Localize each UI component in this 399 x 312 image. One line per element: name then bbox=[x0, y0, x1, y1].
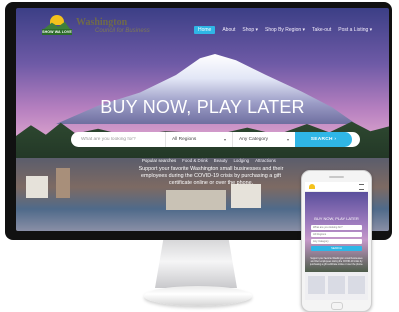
mobile-header bbox=[305, 182, 368, 192]
hamburger-menu-icon[interactable] bbox=[359, 184, 364, 190]
phone-speaker bbox=[329, 176, 344, 178]
popular-searches: Popular searches Food & Drink Beauty Lod… bbox=[142, 158, 276, 163]
mobile-logo[interactable] bbox=[309, 184, 315, 189]
site-header: SHOW WA LOVE Washington Council for Busi… bbox=[16, 8, 389, 35]
popular-searches-label: Popular searches bbox=[142, 158, 177, 163]
logo-tag: SHOW WA LOVE bbox=[42, 29, 72, 35]
mobile-hero-title: BUY NOW, PLAY LATER bbox=[314, 216, 359, 221]
nav-home[interactable]: Home bbox=[194, 26, 216, 34]
popular-link-lodging[interactable]: Lodging bbox=[233, 158, 249, 163]
mobile-phone: BUY NOW, PLAY LATER What are you looking… bbox=[301, 170, 372, 312]
chevron-down-icon: ▾ bbox=[223, 137, 226, 142]
nav-post-listing[interactable]: Post a Listing ▾ bbox=[338, 27, 372, 33]
phone-home-button[interactable] bbox=[331, 302, 343, 310]
hero-description: Support your favorite Washington small b… bbox=[138, 166, 284, 187]
mobile-hero: BUY NOW, PLAY LATER What are you looking… bbox=[305, 192, 368, 272]
nav-take-out[interactable]: Take-out bbox=[312, 27, 331, 33]
building-shape bbox=[26, 176, 48, 198]
nav-about[interactable]: About bbox=[222, 27, 235, 33]
nav-shop-by-region[interactable]: Shop By Region ▾ bbox=[265, 27, 305, 33]
mobile-lower-section bbox=[305, 272, 368, 300]
search-button[interactable]: SEARCH › bbox=[295, 132, 352, 147]
mobile-region-select[interactable]: All Regions bbox=[311, 232, 362, 237]
mobile-hero-description: Support your favorite Washington small b… bbox=[309, 258, 364, 267]
region-select[interactable]: All Regions ▾ bbox=[165, 132, 232, 147]
mobile-category-select[interactable]: Any Category bbox=[311, 239, 362, 244]
mobile-screen: BUY NOW, PLAY LATER What are you looking… bbox=[305, 182, 368, 300]
popular-link-beauty[interactable]: Beauty bbox=[214, 158, 228, 163]
mobile-card[interactable] bbox=[308, 276, 325, 294]
search-bar: All Regions ▾ Any Category ▾ SEARCH › bbox=[71, 132, 360, 147]
mobile-card[interactable] bbox=[328, 276, 345, 294]
popular-link-attractions[interactable]: Attractions bbox=[255, 158, 276, 163]
brand-title[interactable]: Washington bbox=[76, 17, 127, 28]
category-select[interactable]: Any Category ▾ bbox=[232, 132, 295, 147]
site-logo[interactable]: SHOW WA LOVE bbox=[42, 15, 72, 39]
brand-subtitle: Council for Business bbox=[95, 28, 150, 34]
category-select-value: Any Category bbox=[239, 137, 269, 142]
search-input[interactable] bbox=[71, 132, 165, 147]
mobile-search-button[interactable]: SEARCH bbox=[311, 246, 362, 251]
chevron-down-icon: ▾ bbox=[286, 137, 289, 142]
monitor-stand-base bbox=[144, 286, 252, 306]
building-shape bbox=[166, 190, 226, 210]
building-shape bbox=[56, 168, 70, 198]
monitor-stand-neck bbox=[155, 240, 237, 288]
main-nav: Home About Shop ▾ Shop By Region ▾ Take-… bbox=[194, 26, 372, 34]
mobile-search-input[interactable]: What are you looking for? bbox=[311, 225, 362, 230]
nav-shop[interactable]: Shop ▾ bbox=[242, 27, 258, 33]
region-select-value: All Regions bbox=[172, 137, 197, 142]
mobile-card[interactable] bbox=[348, 276, 365, 294]
popular-link-food-drink[interactable]: Food & Drink bbox=[182, 158, 208, 163]
hero-title: BUY NOW, PLAY LATER bbox=[100, 97, 305, 117]
